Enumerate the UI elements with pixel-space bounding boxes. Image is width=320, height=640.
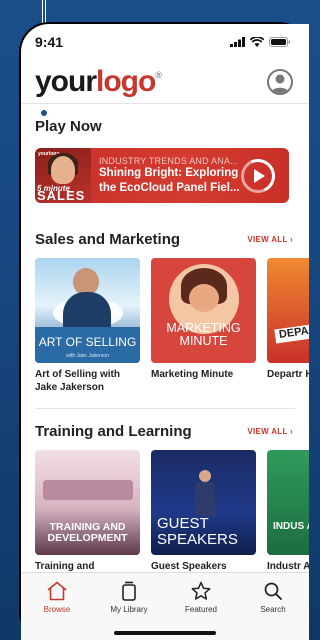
user-icon: [271, 74, 289, 93]
thumb-industry-analysis: INDUS AND: [267, 450, 309, 555]
card-department-highlights[interactable]: DEPA HI Departr Highlig: [267, 258, 309, 394]
app-header: yourlogo®: [21, 60, 309, 104]
battery-icon: [269, 37, 290, 47]
app-screen: 9:41 yourlogo® Play Now yourlogo 5 minut…: [21, 24, 309, 640]
banner-kicker: INDUSTRY TRENDS AND ANA...: [99, 156, 239, 167]
signal-icon: [230, 37, 245, 47]
home-indicator: [114, 631, 216, 635]
pointer-dot: [39, 108, 49, 118]
thumb-department-highlights: DEPA HI: [267, 258, 309, 363]
search-icon: [264, 582, 282, 600]
card-training-development[interactable]: TRAINING AND DEVELOPMENT Training and De…: [35, 450, 140, 586]
sales-header: Sales and Marketing VIEW ALL ›: [21, 231, 309, 248]
play-button[interactable]: [241, 158, 275, 193]
sales-title: Sales and Marketing: [35, 231, 181, 248]
status-bar: 9:41: [21, 24, 309, 60]
thumb-guest-speakers: GUEST SPEAKERS: [151, 450, 256, 555]
star-icon: [191, 581, 211, 600]
tab-browse[interactable]: Browse: [27, 581, 87, 640]
training-view-all[interactable]: VIEW ALL ›: [247, 427, 293, 436]
brand-logo[interactable]: yourlogo®: [35, 66, 162, 97]
tab-bar: Browse My Library Featured Search: [21, 572, 309, 640]
library-icon: [122, 581, 136, 601]
card-marketing-minute[interactable]: MARKETING MINUTE Marketing Minute: [151, 258, 256, 394]
thumb-marketing-minute: MARKETING MINUTE: [151, 258, 256, 363]
tab-search[interactable]: Search: [243, 581, 303, 640]
thumb-art-of-selling: ART OF SELLING with Jake Jakerson: [35, 258, 140, 363]
banner-headline-1: Shining Bright: Exploring: [99, 167, 239, 180]
sales-cards: ART OF SELLING with Jake Jakerson Art of…: [21, 258, 309, 394]
card-industry-analysis[interactable]: INDUS AND Industr Analysi: [267, 450, 309, 586]
training-cards: TRAINING AND DEVELOPMENT Training and De…: [21, 450, 309, 586]
play-icon: [254, 168, 265, 183]
card-art-of-selling[interactable]: ART OF SELLING with Jake Jakerson Art of…: [35, 258, 140, 394]
training-title: Training and Learning: [35, 423, 192, 440]
phone-frame: 9:41 yourlogo® Play Now yourlogo 5 minut…: [19, 22, 309, 640]
sales-view-all[interactable]: VIEW ALL ›: [247, 235, 293, 244]
play-now-banner[interactable]: yourlogo 5 minute SALES INDUSTRY TRENDS …: [35, 148, 289, 203]
play-now-title: Play Now: [35, 118, 102, 135]
home-icon: [47, 581, 67, 601]
section-divider: [35, 408, 295, 409]
thumb-training-development: TRAINING AND DEVELOPMENT: [35, 450, 140, 555]
card-guest-speakers[interactable]: GUEST SPEAKERS Guest Speakers: [151, 450, 256, 586]
profile-avatar[interactable]: [267, 68, 293, 95]
banner-headline-2: the EcoCloud Panel Fiel...: [99, 181, 240, 194]
training-header: Training and Learning VIEW ALL ›: [21, 423, 309, 440]
wifi-icon: [250, 37, 264, 47]
banner-thumbnail: yourlogo 5 minute SALES: [35, 148, 91, 203]
status-time: 9:41: [35, 34, 64, 50]
